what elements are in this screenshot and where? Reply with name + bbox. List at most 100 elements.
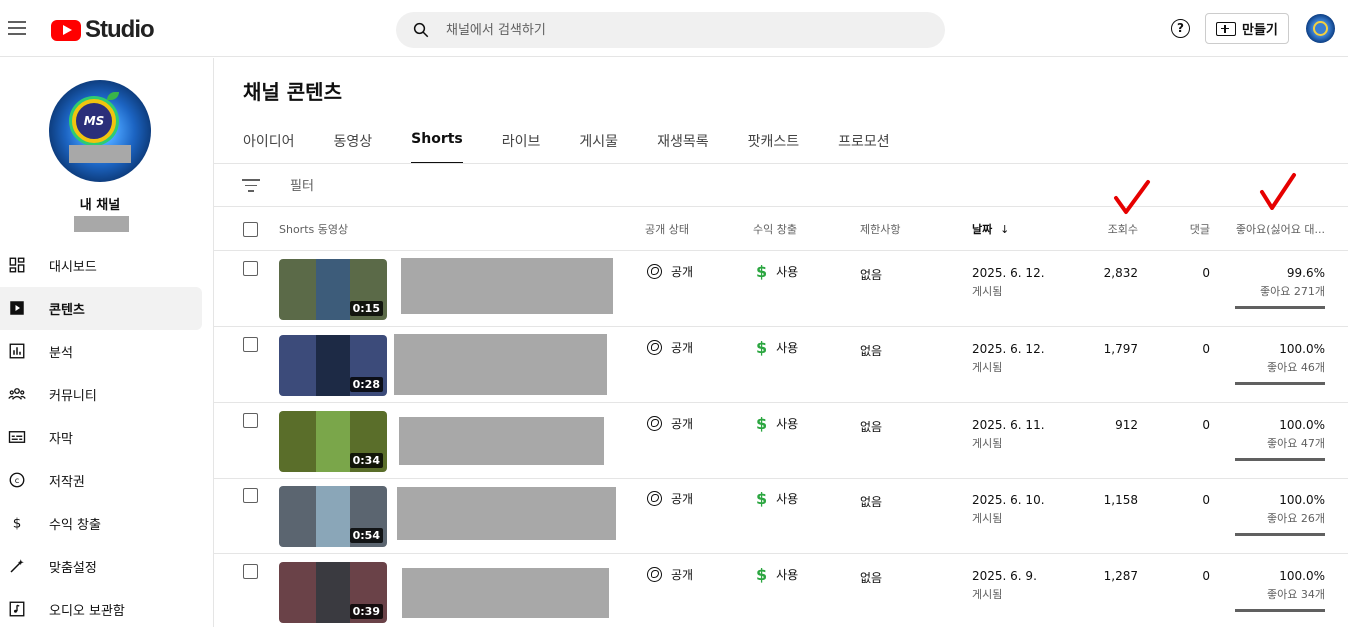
- search-icon[interactable]: [412, 21, 430, 39]
- hamburger-menu-icon[interactable]: [8, 17, 28, 39]
- video-title-redacted[interactable]: [399, 417, 604, 465]
- date-value: 2025. 6. 11.: [972, 418, 1045, 432]
- table-row[interactable]: 0:15 공개 $ 사용 없음 2025. 6. 12. 게시됨 2,832 0 99.6% 좋아요…: [214, 251, 1348, 327]
- create-button[interactable]: 만들기: [1205, 13, 1289, 44]
- dollar-icon: $: [756, 414, 768, 433]
- column-header-views[interactable]: 조회수: [1108, 221, 1138, 237]
- globe-icon: [647, 264, 662, 279]
- date-value: 2025. 6. 12.: [972, 266, 1045, 280]
- sidebar-item-audio-library[interactable]: 오디오 보관함: [0, 588, 214, 627]
- video-thumbnail[interactable]: 0:54: [279, 486, 387, 547]
- monetization-cell[interactable]: $ 사용: [756, 262, 798, 281]
- restrictions-cell: 없음: [860, 495, 883, 509]
- tab-shorts[interactable]: Shorts: [411, 131, 463, 164]
- search-bar[interactable]: [396, 12, 945, 48]
- likes-ratio-bar: [1235, 306, 1325, 309]
- channel-handle-redacted: [74, 216, 129, 232]
- youtube-studio-logo[interactable]: Studio: [51, 16, 155, 44]
- monetization-cell[interactable]: $ 사용: [756, 565, 798, 584]
- tab-videos[interactable]: 동영상: [334, 131, 373, 164]
- views-value: 2,832: [1103, 266, 1138, 280]
- filter-input[interactable]: 필터: [290, 175, 314, 194]
- video-title-redacted[interactable]: [397, 487, 616, 540]
- monetization-cell[interactable]: $ 사용: [756, 338, 798, 357]
- row-checkbox[interactable]: [243, 564, 258, 579]
- tab-live[interactable]: 라이브: [502, 131, 541, 164]
- monetization-label: 사용: [776, 265, 799, 279]
- monetization-icon: $: [13, 516, 22, 532]
- filter-bar: 필터: [214, 164, 1348, 207]
- sidebar-item-copyright[interactable]: c 저작권: [0, 459, 214, 502]
- column-header-date[interactable]: 날짜 ↓: [972, 221, 1009, 237]
- table-row[interactable]: 0:39 공개 $ 사용 없음 2025. 6. 9. 게시됨 1,287 0 100.0% 좋아요…: [214, 554, 1348, 627]
- video-thumbnail[interactable]: 0:34: [279, 411, 387, 472]
- red-checkmark-annotation: [1114, 180, 1150, 214]
- video-thumbnail[interactable]: 0:15: [279, 259, 387, 320]
- visibility-cell[interactable]: 공개: [647, 339, 693, 356]
- tab-ideas[interactable]: 아이디어: [243, 131, 295, 164]
- sidebar-item-customization[interactable]: 맞춤설정: [0, 545, 214, 588]
- account-avatar[interactable]: [1306, 14, 1335, 43]
- tab-promotions[interactable]: 프로모션: [838, 131, 890, 164]
- page-title: 채널 콘텐츠: [243, 80, 342, 104]
- redacted-block: [69, 145, 131, 163]
- column-header-comments[interactable]: 댓글: [1190, 221, 1210, 237]
- sidebar-item-label: 자막: [49, 432, 73, 447]
- table-row[interactable]: 0:54 공개 $ 사용 없음 2025. 6. 10. 게시됨 1,158 0 100.0% 좋아…: [214, 478, 1348, 554]
- video-thumbnail[interactable]: 0:39: [279, 562, 387, 623]
- visibility-cell[interactable]: 공개: [647, 490, 693, 507]
- monetization-cell[interactable]: $ 사용: [756, 414, 798, 433]
- row-checkbox[interactable]: [243, 488, 258, 503]
- visibility-cell[interactable]: 공개: [647, 566, 693, 583]
- sidebar-item-label: 대시보드: [49, 260, 97, 275]
- column-header-likes[interactable]: 좋아요(싫어요 대...: [1236, 221, 1325, 237]
- sidebar-item-dashboard[interactable]: 대시보드: [0, 244, 214, 287]
- channel-avatar[interactable]: MS: [49, 80, 151, 182]
- thumbnail-image: [316, 562, 350, 623]
- comments-value: 0: [1202, 418, 1210, 432]
- sidebar-item-monetization[interactable]: $ 수익 창출: [0, 502, 214, 545]
- row-checkbox[interactable]: [243, 261, 258, 276]
- create-video-icon: [1216, 21, 1236, 36]
- subtitles-icon: [8, 431, 26, 443]
- video-title-redacted[interactable]: [401, 258, 613, 314]
- table-row[interactable]: 0:28 공개 $ 사용 없음 2025. 6. 12. 게시됨 1,797 0 100.0% 좋아…: [214, 327, 1348, 403]
- tab-playlists[interactable]: 재생목록: [657, 131, 709, 164]
- visibility-cell[interactable]: 공개: [647, 263, 693, 280]
- monetization-cell[interactable]: $ 사용: [756, 489, 798, 508]
- video-thumbnail[interactable]: 0:28: [279, 335, 387, 396]
- sidebar-item-community[interactable]: 커뮤니티: [0, 373, 214, 416]
- duration-badge: 0:39: [349, 604, 383, 619]
- visibility-label: 공개: [671, 265, 694, 279]
- select-all-checkbox[interactable]: [243, 222, 258, 237]
- filter-icon[interactable]: [242, 179, 260, 193]
- create-button-label: 만들기: [1242, 23, 1278, 38]
- comments-value: 0: [1202, 569, 1210, 583]
- table-header: Shorts 동영상 공개 상태 수익 창출 제한사항 날짜 ↓ 조회수 댓글 …: [214, 207, 1348, 251]
- sidebar-item-subtitles[interactable]: 자막: [0, 416, 214, 459]
- help-icon[interactable]: ?: [1171, 19, 1190, 38]
- date-value: 2025. 6. 9.: [972, 569, 1037, 583]
- row-checkbox[interactable]: [243, 413, 258, 428]
- likes-count: 좋아요 46개: [1267, 361, 1325, 374]
- search-input[interactable]: [446, 12, 926, 48]
- video-title-redacted[interactable]: [402, 568, 609, 618]
- sidebar-item-content[interactable]: 콘텐츠: [0, 287, 202, 330]
- tab-podcasts[interactable]: 팟캐스트: [748, 131, 800, 164]
- likes-ratio-fill: [1235, 382, 1325, 385]
- likes-ratio-fill: [1235, 306, 1325, 309]
- visibility-cell[interactable]: 공개: [647, 415, 693, 432]
- restrictions-cell: 없음: [860, 268, 883, 282]
- sidebar-item-analytics[interactable]: 분석: [0, 330, 214, 373]
- video-title-redacted[interactable]: [394, 334, 607, 395]
- thumbnail-image: [316, 486, 350, 547]
- tab-posts[interactable]: 게시물: [579, 131, 618, 164]
- likes-percent: 99.6%: [1286, 266, 1325, 280]
- likes-count: 좋아요 26개: [1267, 512, 1325, 525]
- restrictions-cell: 없음: [860, 571, 883, 585]
- table-row[interactable]: 0:34 공개 $ 사용 없음 2025. 6. 11. 게시됨 912 0 100.0% 좋아요 …: [214, 403, 1348, 479]
- restrictions-cell: 없음: [860, 420, 883, 434]
- row-checkbox[interactable]: [243, 337, 258, 352]
- duration-badge: 0:15: [349, 301, 383, 316]
- views-value: 912: [1115, 418, 1138, 432]
